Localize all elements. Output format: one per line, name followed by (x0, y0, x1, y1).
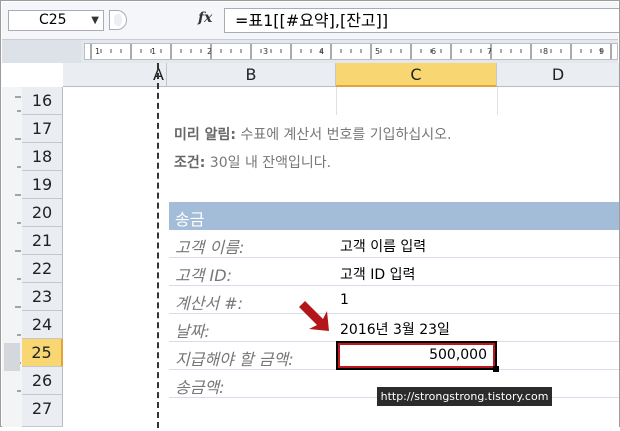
ruler-label: 7 (487, 47, 492, 56)
reminder-label: 미리 알림: (174, 127, 236, 143)
ruler-label: 6 (431, 47, 436, 56)
ruler-label: 5 (375, 47, 380, 56)
invoice-number-label[interactable]: 계산서 #: (175, 290, 243, 314)
customer-name-value[interactable]: 고객 이름 입력 (340, 236, 426, 256)
ruler-label: 4 (319, 47, 324, 56)
ruler-ticks: 1 1 2 3 4 5 6 7 8 9 (90, 44, 612, 59)
row-header-19[interactable]: 19 (22, 171, 63, 199)
row-header-18[interactable]: 18 (22, 143, 63, 171)
customer-id-value[interactable]: 고객 ID 입력 (340, 264, 415, 284)
horizontal-ruler[interactable]: 1 1 2 3 4 5 6 7 8 9 (84, 43, 618, 60)
row-header-16[interactable]: 16 (22, 87, 63, 115)
row-header-26[interactable]: 26 (22, 367, 63, 395)
fill-handle[interactable] (493, 366, 499, 372)
row-header-24[interactable]: 24 (22, 311, 63, 339)
ruler-label: 3 (263, 47, 268, 56)
arrow-annotation-icon (299, 301, 329, 331)
row-divider (169, 285, 619, 286)
customer-name-label[interactable]: 고객 이름: (175, 234, 244, 258)
watermark: http://strongstrong.tistory.com (377, 387, 552, 406)
section-title: 송금 (175, 210, 205, 229)
amount-paid-label[interactable]: 송금액: (175, 374, 225, 398)
formula-input[interactable]: =표1[[#요약],[잔고]] (224, 8, 619, 33)
column-header-d[interactable]: D (497, 63, 619, 87)
ruler-label: 2 (207, 47, 212, 56)
reminder-note[interactable]: 미리 알림: 수표에 계산서 번호를 기입하십시오. (174, 124, 451, 144)
spreadsheet-window: C25 ▼ fx =표1[[#요약],[잔고]] 1123456789 A B … (0, 0, 620, 428)
ruler-label: 8 (543, 47, 548, 56)
date-label[interactable]: 날짜: (175, 318, 210, 342)
row-header-21[interactable]: 21 (22, 227, 63, 255)
ruler-label: 9 (599, 47, 604, 56)
terms-label: 조건: (174, 155, 206, 171)
vertical-ruler[interactable] (2, 87, 23, 427)
customer-id-label[interactable]: 고객 ID: (175, 262, 232, 286)
row-header-20[interactable]: 20 (22, 199, 63, 227)
row-header-23[interactable]: 23 (22, 283, 63, 311)
active-cell-c25[interactable]: 500,000 (336, 341, 497, 370)
row-header-22[interactable]: 22 (22, 255, 63, 283)
page-break-line (157, 63, 159, 428)
terms-note[interactable]: 조건: 30일 내 잔액입니다. (174, 152, 331, 172)
column-header-c[interactable]: C (336, 63, 497, 87)
name-box-value: C25 (39, 12, 67, 28)
name-box[interactable]: C25 ▼ (8, 10, 104, 31)
reminder-text: 수표에 계산서 번호를 기입하십시오. (236, 127, 452, 143)
row-header-17[interactable]: 17 (22, 115, 63, 143)
ruler-label: 1 (95, 47, 100, 56)
row-header-25[interactable]: 25 (22, 339, 63, 367)
vertical-ruler-ticks (4, 96, 21, 392)
formula-bar-resize-handle[interactable] (109, 10, 127, 30)
insert-function-button[interactable]: fx (198, 10, 212, 26)
amount-due-label[interactable]: 지급해야 할 금액: (175, 346, 294, 370)
ruler-corner (2, 40, 81, 63)
invoice-number-value[interactable]: 1 (340, 292, 349, 308)
ruler-label: 1 (151, 47, 156, 56)
amount-due-value: 500,000 (429, 347, 487, 363)
column-header-b[interactable]: B (167, 63, 336, 87)
terms-text: 30일 내 잔액입니다. (205, 155, 332, 171)
column-header-a[interactable]: A (63, 63, 167, 87)
date-value[interactable]: 2016년 3월 23일 (340, 319, 450, 339)
remittance-section-header[interactable]: 송금 (169, 202, 619, 230)
row-header-27[interactable]: 27 (22, 395, 63, 427)
chevron-down-icon[interactable]: ▼ (91, 11, 99, 30)
horizontal-ruler-area: 1 1 2 3 4 5 6 7 8 9 (2, 40, 618, 63)
formula-bar: C25 ▼ fx =표1[[#요약],[잔고]] (2, 2, 619, 40)
